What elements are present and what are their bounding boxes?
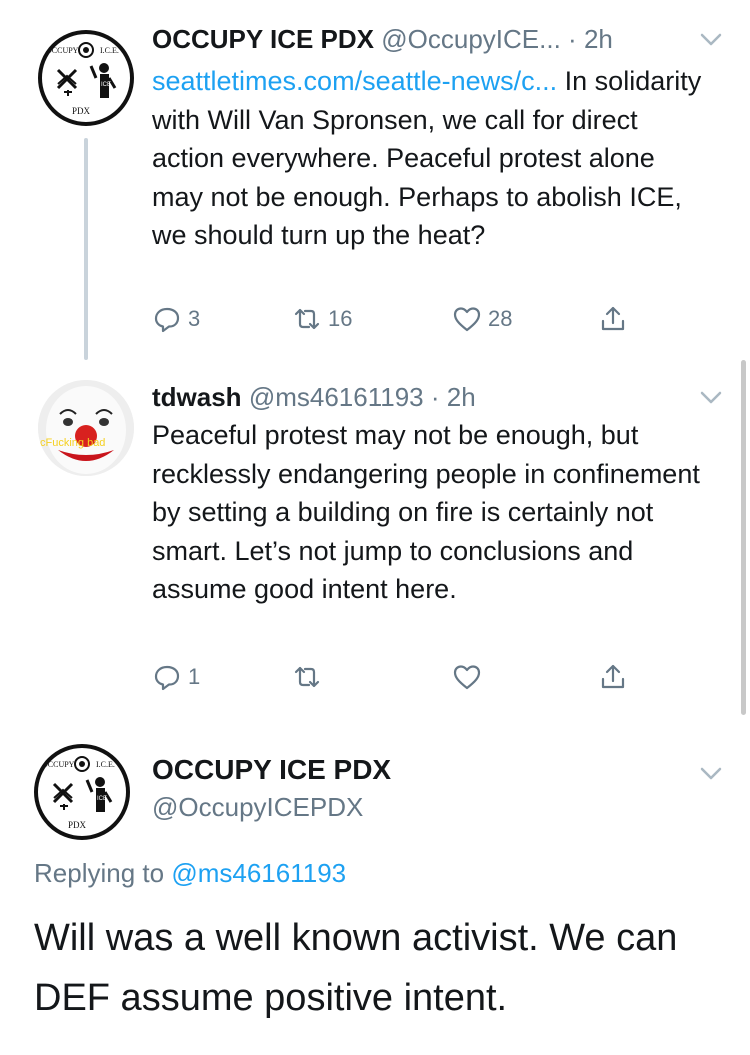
tweet-2[interactable]: cFucking bad tdwash @ms46161193 · 2h Pea…	[0, 360, 750, 720]
retweet-icon	[294, 666, 320, 688]
like-icon	[453, 307, 481, 332]
username[interactable]: @ms46161193	[249, 382, 424, 412]
tweet-1[interactable]: OCCUPY I.C.E. ICE PDX OCCUPY ICE PDX @Oc…	[0, 0, 750, 360]
retweet-button[interactable]: 16	[292, 304, 352, 334]
svg-text:I.C.E.: I.C.E.	[100, 46, 119, 55]
tdwash-avatar[interactable]: cFucking bad	[38, 380, 134, 476]
display-name[interactable]: OCCUPY ICE PDX	[152, 752, 391, 788]
svg-text:I.C.E.: I.C.E.	[96, 760, 115, 769]
occupy-ice-logo: OCCUPY I.C.E. ICE PDX	[42, 756, 115, 830]
like-button[interactable]	[452, 662, 488, 692]
display-name[interactable]: OCCUPY ICE PDX	[152, 24, 374, 54]
retweet-icon	[294, 308, 320, 330]
like-icon	[453, 665, 481, 690]
retweet-count: 16	[328, 306, 353, 331]
replying-to-handle[interactable]: @ms46161193	[171, 858, 346, 888]
reply-icon	[154, 307, 180, 333]
svg-text:ICE: ICE	[101, 82, 111, 88]
tweet-actions: 1	[152, 662, 642, 696]
username[interactable]: @OccupyICE...	[381, 24, 561, 54]
svg-text:cFucking bad: cFucking bad	[40, 437, 105, 449]
share-button[interactable]	[598, 304, 628, 334]
reply-count: 3	[188, 306, 201, 331]
tweet-header: tdwash @ms46161193 · 2h	[152, 380, 710, 414]
chevron-down-icon[interactable]	[698, 760, 724, 786]
share-button[interactable]	[598, 662, 628, 692]
tweet-link[interactable]: seattletimes.com/seattle-news/c...	[152, 66, 557, 96]
replying-to-label: Replying to	[34, 858, 172, 888]
main-tweet-text: Will was a well known activist. We can D…	[34, 917, 678, 1019]
svg-text:OCCUPY: OCCUPY	[42, 760, 75, 769]
tweet-header: OCCUPY ICE PDX @OccupyICE... · 2h	[152, 22, 710, 56]
like-count: 28	[488, 306, 513, 331]
separator-dot: ·	[568, 24, 584, 54]
occupy-ice-avatar[interactable]: OCCUPY I.C.E. ICE PDX	[34, 744, 130, 840]
reply-icon	[154, 665, 180, 691]
tweet-actions: 3 16 28	[152, 304, 642, 338]
svg-text:PDX: PDX	[68, 820, 87, 830]
timestamp[interactable]: 2h	[447, 382, 476, 412]
display-name[interactable]: tdwash	[152, 382, 242, 412]
reply-button[interactable]: 1	[152, 662, 200, 692]
svg-text:ICE: ICE	[97, 796, 107, 802]
tweet-text: seattletimes.com/seattle-news/c... In so…	[152, 62, 712, 255]
scrollbar[interactable]	[741, 360, 746, 715]
chevron-down-icon[interactable]	[698, 384, 724, 410]
separator-dot: ·	[423, 382, 447, 412]
svg-text:PDX: PDX	[72, 106, 91, 116]
timestamp[interactable]: 2h	[584, 24, 613, 54]
clown-face-image: cFucking bad	[38, 380, 134, 476]
thread-line	[84, 138, 88, 360]
tweet-text: Peaceful protest may not be enough, but …	[152, 420, 700, 604]
share-icon	[601, 306, 625, 331]
replying-to: Replying to @ms46161193	[34, 856, 346, 890]
retweet-button[interactable]	[292, 662, 328, 692]
occupy-ice-avatar[interactable]: OCCUPY I.C.E. ICE PDX	[38, 30, 134, 126]
like-button[interactable]: 28	[452, 304, 512, 334]
chevron-down-icon[interactable]	[698, 26, 724, 52]
occupy-ice-logo: OCCUPY I.C.E. ICE PDX	[46, 42, 119, 116]
svg-text:OCCUPY: OCCUPY	[46, 46, 79, 55]
reply-count: 1	[188, 664, 201, 689]
share-icon	[601, 664, 625, 689]
username[interactable]: @OccupyICEPDX	[152, 790, 363, 824]
reply-button[interactable]: 3	[152, 304, 200, 334]
